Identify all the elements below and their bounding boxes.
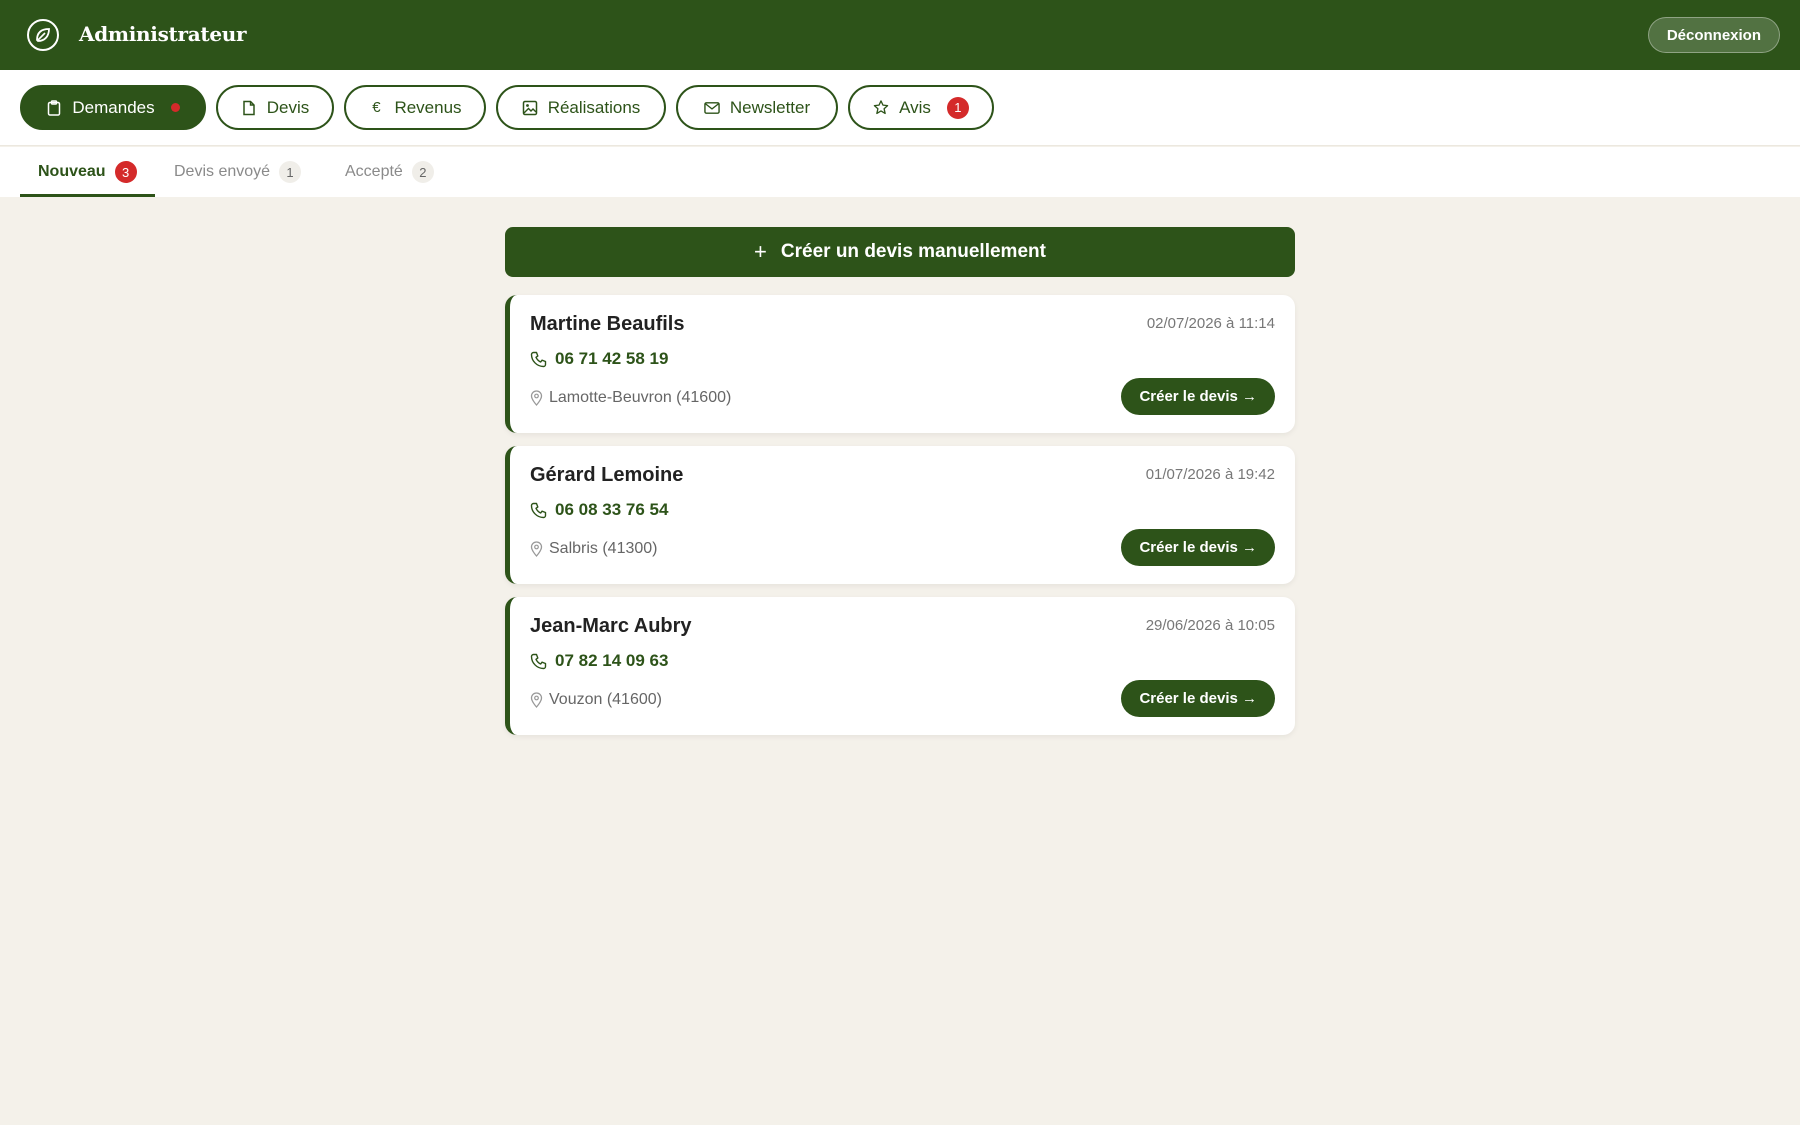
mail-icon — [704, 100, 720, 116]
nav-pill-demandes[interactable]: Demandes — [20, 85, 206, 130]
client-name: Gérard Lemoine — [530, 464, 684, 486]
phone-link[interactable]: 06 08 33 76 54 — [530, 500, 668, 520]
top-header: Administrateur Déconnexion — [0, 0, 1800, 70]
request-card: Jean-Marc Aubry 29/06/2026 à 10:05 07 82… — [505, 597, 1295, 735]
location-text: Salbris (41300) — [549, 540, 658, 557]
notification-dot — [170, 103, 180, 112]
nav-pill-label: Demandes — [72, 97, 155, 117]
status-tabs: Nouveau 3 Devis envoyé 1 Accepté 2 — [0, 147, 1800, 197]
star-icon — [873, 100, 889, 116]
plus-icon: + — [754, 239, 767, 264]
image-icon — [522, 100, 538, 116]
phone-link[interactable]: 07 82 14 09 63 — [530, 651, 668, 671]
document-icon — [241, 100, 257, 116]
create-quote-from-request-button[interactable]: Créer le devis → — [1121, 378, 1275, 415]
request-date: 29/06/2026 à 10:05 — [1145, 617, 1275, 634]
location: Vouzon (41600) — [530, 691, 662, 709]
tab-devis-envoye[interactable]: Devis envoyé 1 — [174, 147, 302, 197]
client-name: Jean-Marc Aubry — [530, 615, 692, 637]
app-title: Administrateur — [79, 22, 247, 46]
phone-number: 06 71 42 58 19 — [555, 349, 669, 368]
location-text: Vouzon (41600) — [549, 691, 662, 708]
request-card: Martine Beaufils 02/07/2026 à 11:14 06 7… — [505, 295, 1295, 433]
create-quote-from-request-button[interactable]: Créer le devis → — [1121, 529, 1275, 566]
map-pin-icon — [530, 390, 543, 406]
leaf-logo-icon — [27, 19, 59, 51]
phone-number: 06 08 33 76 54 — [555, 500, 669, 519]
nav-pill-label: Devis — [266, 97, 310, 117]
main-nav: Demandes Devis € Revenus Réalisations Ne… — [0, 70, 1800, 146]
tab-label: Accepté — [345, 163, 403, 180]
request-card: Gérard Lemoine 01/07/2026 à 19:42 06 08 … — [505, 446, 1295, 584]
nav-pill-avis[interactable]: Avis 1 — [848, 85, 994, 130]
nav-pill-realisations[interactable]: Réalisations — [496, 85, 666, 130]
phone-link[interactable]: 06 71 42 58 19 — [530, 349, 668, 369]
request-date: 01/07/2026 à 19:42 — [1145, 466, 1275, 483]
location: Salbris (41300) — [530, 540, 658, 558]
nav-pill-newsletter[interactable]: Newsletter — [676, 85, 838, 130]
nav-pill-label: Newsletter — [729, 97, 811, 117]
create-quote-button[interactable]: + Créer un devis manuellement — [505, 227, 1295, 277]
nav-pill-devis[interactable]: Devis — [216, 85, 334, 130]
location: Lamotte-Beuvron (41600) — [530, 389, 731, 407]
map-pin-icon — [530, 692, 543, 708]
create-quote-label: Créer un devis manuellement — [780, 241, 1046, 262]
nav-pill-label: Avis — [899, 97, 931, 117]
euro-icon: € — [372, 99, 381, 116]
logout-button[interactable]: Déconnexion — [1647, 17, 1780, 53]
count-badge: 2 — [411, 161, 434, 183]
phone-icon — [530, 502, 547, 519]
count-badge: 3 — [114, 161, 137, 183]
clipboard-icon — [46, 99, 62, 116]
nav-pill-label: Revenus — [394, 97, 462, 117]
tab-nouveau[interactable]: Nouveau 3 — [20, 147, 155, 197]
count-badge: 1 — [279, 161, 302, 183]
phone-number: 07 82 14 09 63 — [555, 651, 669, 670]
tab-label: Nouveau — [38, 163, 106, 180]
tab-accepte[interactable]: Accepté 2 — [345, 147, 434, 197]
create-quote-from-request-button[interactable]: Créer le devis → — [1121, 680, 1275, 717]
nav-pill-label: Réalisations — [547, 97, 641, 117]
nav-pill-revenus[interactable]: € Revenus — [344, 85, 486, 130]
request-date: 02/07/2026 à 11:14 — [1146, 315, 1275, 332]
phone-icon — [530, 653, 547, 670]
map-pin-icon — [530, 541, 543, 557]
notification-badge: 1 — [946, 96, 969, 119]
client-name: Martine Beaufils — [530, 313, 685, 335]
location-text: Lamotte-Beuvron (41600) — [549, 389, 732, 406]
phone-icon — [530, 351, 547, 368]
tab-label: Devis envoyé — [174, 163, 271, 180]
